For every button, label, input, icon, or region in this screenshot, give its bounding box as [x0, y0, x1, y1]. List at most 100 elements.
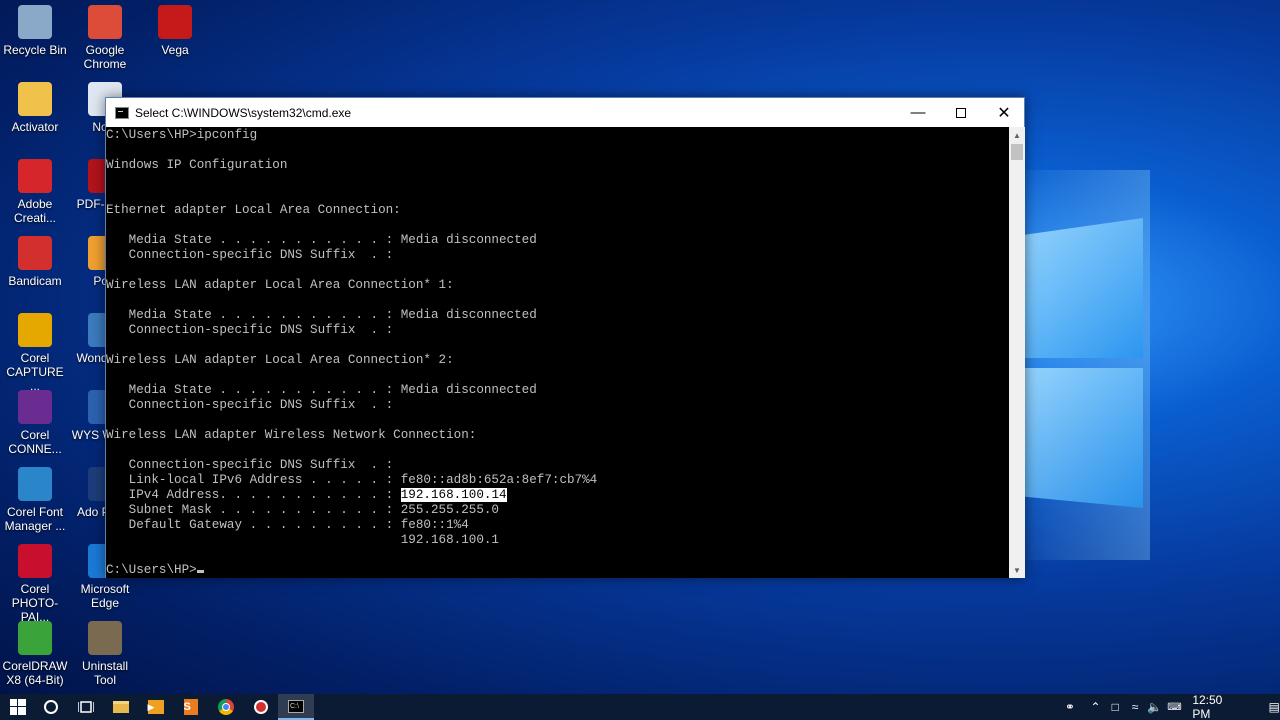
close-button[interactable]: ✕ [982, 98, 1026, 127]
console-line: 192.168.100.1 [106, 533, 499, 547]
scroll-up-arrow-icon[interactable]: ▲ [1009, 127, 1025, 143]
start-button[interactable] [0, 694, 35, 720]
desktop-icon-label: Corel CONNE... [8, 428, 62, 456]
desktop-icon[interactable]: Corel CONNE... [0, 390, 70, 456]
taskbar-cmd[interactable]: C:\ [278, 694, 314, 720]
chrome-icon [88, 5, 122, 39]
desktop-icon[interactable]: Corel CAPTURE ... [0, 313, 70, 393]
console-line: Connection-specific DNS Suffix . : [106, 458, 394, 472]
taskbar-recorder[interactable] [243, 694, 278, 720]
desktop-icon[interactable]: Vega [140, 5, 210, 57]
console-line: Default Gateway . . . . . . . . . : fe80… [106, 518, 469, 532]
windows-wallpaper-logo [1000, 170, 1150, 560]
file-explorer-icon [112, 701, 129, 713]
desktop-icon[interactable]: Uninstall Tool [70, 621, 140, 687]
desktop-icon-label: Corel CAPTURE ... [6, 351, 64, 393]
console-line: Wireless LAN adapter Wireless Network Co… [106, 428, 477, 442]
chrome-icon [217, 699, 234, 715]
corel-capture-icon [18, 313, 52, 347]
console-line: Connection-specific DNS Suffix . : [106, 248, 394, 262]
action-center-icon[interactable]: ▤ [1264, 700, 1280, 714]
close-icon: ✕ [997, 104, 1011, 122]
console-line: Subnet Mask . . . . . . . . . . . : 255.… [106, 503, 499, 517]
sublime-text-icon: S [183, 699, 198, 715]
console-line: Wireless LAN adapter Local Area Connecti… [106, 278, 454, 292]
corel-font-icon [18, 467, 52, 501]
taskbar-sublime[interactable]: S [173, 694, 208, 720]
corel-connect-icon [18, 390, 52, 424]
minimize-icon: — [910, 104, 926, 121]
desktop-icon-label: Corel Font Manager ... [4, 505, 66, 533]
volume-icon[interactable]: 🔈 [1145, 700, 1165, 714]
console-line: C:\Users\HP>ipconfig [106, 128, 258, 142]
ipv4-label: IPv4 Address. . . . . . . . . . . : [106, 488, 401, 502]
console-tail: Subnet Mask . . . . . . . . . . . : 255.… [106, 503, 499, 547]
desktop-icon[interactable]: Activator [0, 82, 70, 134]
folder-icon [18, 82, 52, 116]
console-line: Wireless LAN adapter Local Area Connecti… [106, 353, 454, 367]
console-output[interactable]: C:\Users\HP>ipconfig Windows IP Configur… [106, 127, 1009, 578]
cmd-taskbar-icon: C:\ [288, 699, 304, 713]
desktop-icon-label: Vega [161, 43, 189, 57]
system-tray: ⚭ ⌃ □ ≈ 🔈 ⌨ 12:50 PM ▤ [1060, 693, 1280, 720]
taskbar: ▶ S C:\ ⚭ ⌃ □ ≈ 🔈 ⌨ 12:50 PM ▤ [0, 693, 1280, 720]
desktop-icon-label: Google Chrome [83, 43, 127, 71]
corel-photopaint-icon [18, 544, 52, 578]
vega-icon [158, 5, 192, 39]
desktop-icon[interactable]: Recycle Bin [0, 5, 70, 57]
desktop-icon[interactable]: Google Chrome [70, 5, 140, 71]
task-view-button[interactable] [68, 694, 103, 720]
uninstall-tool-icon [88, 621, 122, 655]
desktop-icon-label: Bandicam [8, 274, 62, 288]
wifi-icon[interactable]: ≈ [1125, 700, 1145, 714]
desktop-icon[interactable]: CorelDRAW X8 (64-Bit) [0, 621, 70, 687]
minimize-button[interactable]: — [896, 98, 940, 127]
show-hidden-icons-chevron-icon[interactable]: ⌃ [1086, 700, 1106, 714]
console-line: Link-local IPv6 Address . . . . . : fe80… [106, 473, 598, 487]
console-line: Windows IP Configuration [106, 158, 288, 172]
cmd-icon [115, 106, 129, 119]
console-lines: C:\Users\HP>ipconfig Windows IP Configur… [106, 128, 597, 487]
windows-start-icon [9, 699, 26, 715]
cortana-circle-icon [43, 700, 58, 714]
console-text: C:\Users\HP>ipconfig Windows IP Configur… [106, 128, 1009, 578]
bandicam-icon [18, 236, 52, 270]
desktop-icon-label: Recycle Bin [3, 43, 67, 57]
desktop-icon-label: Microsoft Edge [80, 582, 130, 610]
search-button[interactable] [33, 694, 68, 720]
window-title: Select C:\WINDOWS\system32\cmd.exe [135, 105, 352, 120]
people-icon[interactable]: ⚭ [1060, 700, 1080, 714]
desktop-icon-label: Uninstall Tool [81, 659, 129, 687]
task-view-icon [77, 701, 94, 713]
desktop-icon-label: Corel PHOTO-PAI... [11, 582, 59, 624]
adobe-cc-icon [18, 159, 52, 193]
taskbar-media-player[interactable]: ▶ [138, 694, 173, 720]
console-line: Media State . . . . . . . . . . . : Medi… [106, 383, 537, 397]
scroll-thumb[interactable] [1011, 144, 1023, 160]
record-icon [253, 700, 268, 714]
prompt: C:\Users\HP> [106, 563, 197, 577]
console-line: Connection-specific DNS Suffix . : [106, 398, 394, 412]
desktop-icon[interactable]: Corel PHOTO-PAI... [0, 544, 70, 624]
clock[interactable]: 12:50 PM [1192, 693, 1238, 720]
media-player-icon: ▶ [147, 700, 164, 714]
keyboard-input-icon[interactable]: ⌨ [1165, 702, 1185, 713]
title-bar[interactable]: Select C:\WINDOWS\system32\cmd.exe — ✕ [106, 98, 1024, 127]
desktop-icon[interactable]: Corel Font Manager ... [0, 467, 70, 533]
ipv4-selection[interactable]: 192.168.100.14 [400, 488, 507, 502]
console-line: Media State . . . . . . . . . . . : Medi… [106, 308, 537, 322]
network-adapter-icon[interactable]: □ [1105, 700, 1125, 714]
maximize-icon [956, 107, 966, 118]
desktop-icon[interactable]: Bandicam [0, 236, 70, 288]
vertical-scrollbar[interactable]: ▲ ▼ [1009, 127, 1025, 578]
console-line: Media State . . . . . . . . . . . : Medi… [106, 233, 537, 247]
desktop-icon-label: Activator [11, 120, 59, 134]
desktop-icon[interactable]: Adobe Creati... [0, 159, 70, 225]
recycle-bin-icon [18, 5, 52, 39]
taskbar-file-explorer[interactable] [103, 694, 138, 720]
scroll-down-arrow-icon[interactable]: ▼ [1009, 562, 1025, 578]
console-line: Connection-specific DNS Suffix . : [106, 323, 394, 337]
taskbar-chrome[interactable] [208, 694, 243, 720]
cmd-window[interactable]: Select C:\WINDOWS\system32\cmd.exe — ✕ C… [105, 97, 1025, 578]
maximize-button[interactable] [939, 98, 983, 127]
